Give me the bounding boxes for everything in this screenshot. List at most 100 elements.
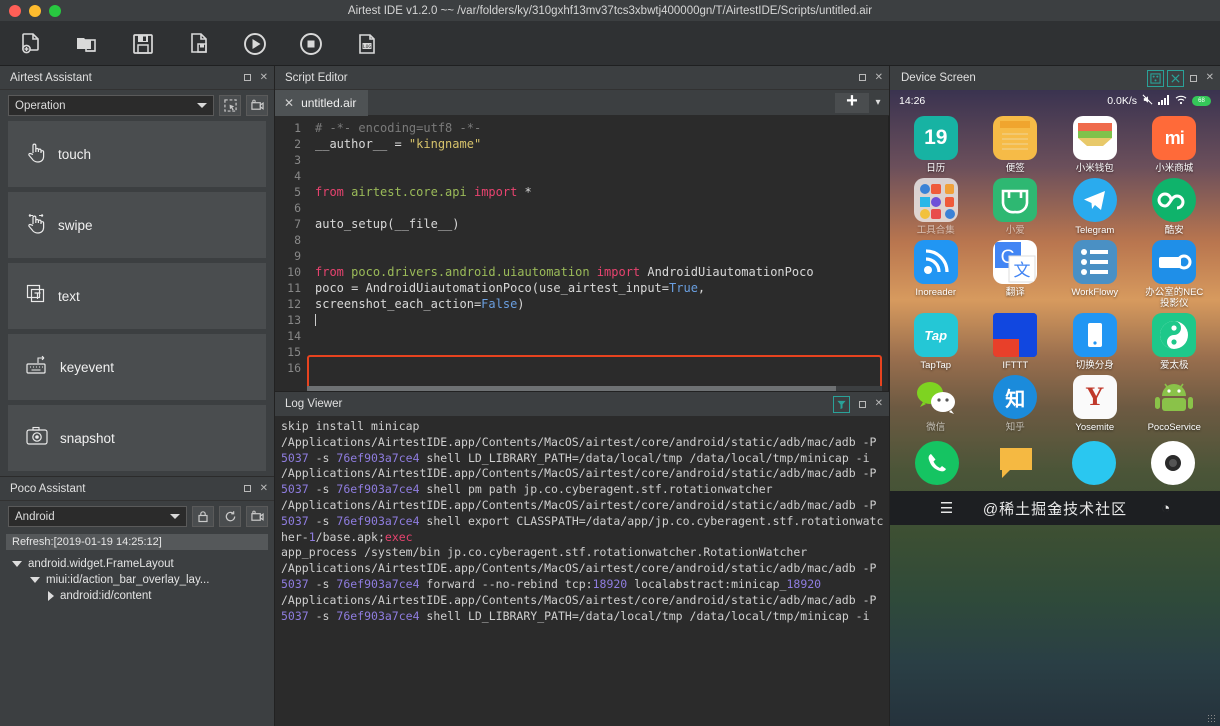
new-file-icon[interactable] xyxy=(16,29,46,59)
calendar-app-icon: 19 xyxy=(913,116,958,160)
device-close-button[interactable]: ✕ xyxy=(1206,73,1214,83)
app-mi-wallet[interactable]: 小米钱包 xyxy=(1062,116,1128,174)
close-window-button[interactable] xyxy=(9,4,21,17)
airtest-assistant-close-button[interactable]: ✕ xyxy=(260,72,268,83)
poco-platform-select[interactable]: Android xyxy=(8,506,187,527)
editor-tab-untitled[interactable]: ✕ untitled.air xyxy=(275,89,369,116)
device-float-button[interactable] xyxy=(1189,74,1197,82)
app-folder[interactable]: 工具合集 xyxy=(903,178,969,236)
chevron-down-icon xyxy=(170,514,180,519)
app-dual-switch[interactable]: 切换分身 xyxy=(1062,313,1128,371)
maximize-window-button[interactable] xyxy=(49,4,61,17)
app-label: 翻译 xyxy=(1005,287,1025,298)
stop-icon[interactable] xyxy=(296,29,326,59)
app-wechat[interactable]: 微信 xyxy=(903,375,969,433)
save-icon[interactable] xyxy=(128,29,158,59)
wechat-app-icon xyxy=(914,375,958,419)
poco-platform-value: Android xyxy=(15,510,55,523)
operation-item-text[interactable]: text xyxy=(8,263,266,329)
play-icon[interactable] xyxy=(240,29,270,59)
device-record-button[interactable] xyxy=(246,95,268,116)
app-taiji[interactable]: 爱太极 xyxy=(1141,313,1207,371)
screenshot-region-button[interactable] xyxy=(219,95,241,116)
chevron-down-icon xyxy=(197,103,207,108)
tree-node-action-bar-overlay[interactable]: miui:id/action_bar_overlay_lay... xyxy=(4,572,270,588)
camera-dock-icon[interactable] xyxy=(1150,441,1195,485)
app-row: Inoreader G文 翻译 WorkFlowy 办公室的NEC投影仪 xyxy=(896,240,1214,309)
tab-list-chevron-icon[interactable]: ▾ xyxy=(871,97,885,108)
minimize-window-button[interactable] xyxy=(29,4,41,17)
app-mi-store[interactable]: mi 小米商城 xyxy=(1141,116,1207,174)
device-screen-mirror[interactable]: 14:26 0.0K/s 68 19 日历 便签 小米钱包 mi 小米商城 工具… xyxy=(890,90,1220,726)
log-viewer-header: Log Viewer ✕ xyxy=(275,392,889,416)
back-icon[interactable]: ◔ xyxy=(1161,500,1170,517)
app-label: 切换分身 xyxy=(1075,360,1114,371)
app-taptap[interactable]: Tap TapTap xyxy=(903,313,969,371)
phone-dock-icon[interactable] xyxy=(915,441,960,485)
save-as-icon[interactable] xyxy=(184,29,214,59)
projector-app-icon xyxy=(1152,240,1197,284)
code-text[interactable]: # -*- encoding=utf8 -*- __author__ = "ki… xyxy=(307,116,888,391)
script-editor-title: Script Editor xyxy=(285,71,348,84)
log-viewer-close-button[interactable]: ✕ xyxy=(875,399,883,409)
poco-ui-tree: android.widget.FrameLayout miui:id/actio… xyxy=(0,550,274,726)
operation-item-snapshot[interactable]: snapshot xyxy=(8,405,266,471)
device-poco-inspect-button[interactable] xyxy=(1146,69,1164,87)
swipe-hand-icon xyxy=(26,212,46,239)
taptap-app-icon: Tap xyxy=(913,313,958,357)
app-telegram[interactable]: Telegram xyxy=(1062,178,1128,236)
resize-grip[interactable] xyxy=(1207,714,1217,724)
open-folder-icon[interactable] xyxy=(72,29,102,59)
app-label: 小米商城 xyxy=(1155,163,1194,174)
editor-horizontal-scrollbar[interactable] xyxy=(307,386,882,391)
app-mi-home[interactable]: 小爱 xyxy=(982,178,1048,236)
tree-node-framelayout[interactable]: android.widget.FrameLayout xyxy=(4,556,270,572)
app-calendar[interactable]: 19 日历 xyxy=(903,116,969,174)
close-icon[interactable]: ✕ xyxy=(284,96,294,110)
log-viewer-float-button[interactable] xyxy=(858,400,866,408)
yosemite-app-icon: Y xyxy=(1072,375,1117,419)
add-tab-button[interactable]: + xyxy=(835,91,869,113)
tree-node-content[interactable]: android:id/content xyxy=(4,588,270,604)
mute-icon xyxy=(1142,94,1153,108)
app-coolapk[interactable]: 酷安 xyxy=(1141,178,1207,236)
menu-icon[interactable]: ☰ xyxy=(940,499,953,517)
app-inoreader[interactable]: Inoreader xyxy=(903,240,969,309)
app-workflowy[interactable]: WorkFlowy xyxy=(1062,240,1128,309)
app-notes[interactable]: 便签 xyxy=(982,116,1048,174)
poco-assistant-float-button[interactable] xyxy=(243,485,251,492)
app-nec-projector[interactable]: 办公室的NEC投影仪 xyxy=(1141,240,1207,309)
operation-item-swipe[interactable]: swipe xyxy=(8,192,266,258)
airtest-assistant-float-button[interactable] xyxy=(243,74,251,81)
operation-mode-select[interactable]: Operation xyxy=(8,95,214,116)
poco-assistant-header: Poco Assistant ✕ xyxy=(0,477,274,501)
script-editor-float-button[interactable] xyxy=(858,74,866,81)
statusbar-network-speed: 0.0K/s xyxy=(1107,95,1137,107)
app-ifttt[interactable]: IFTTT xyxy=(982,313,1048,371)
poco-refresh-button[interactable] xyxy=(219,506,241,527)
title-bar: Airtest IDE v1.2.0 ~~ /var/folders/ky/31… xyxy=(0,0,1220,22)
app-zhihu[interactable]: 知 知乎 xyxy=(982,375,1048,433)
log-file-icon[interactable]: LOG xyxy=(352,29,382,59)
poco-record-button[interactable] xyxy=(246,506,268,527)
poco-assistant-close-button[interactable]: ✕ xyxy=(260,483,268,494)
app-yosemite[interactable]: Y Yosemite xyxy=(1062,375,1128,433)
google-translate-app-icon: G文 xyxy=(993,240,1038,284)
log-output[interactable]: skip install minicap /Applications/Airte… xyxy=(275,416,889,726)
app-google-translate[interactable]: G文 翻译 xyxy=(982,240,1048,309)
app-pocoservice[interactable]: PocoService xyxy=(1141,375,1207,433)
editor-tab-actions: + ▾ xyxy=(835,91,885,113)
device-settings-button[interactable] xyxy=(1166,69,1184,87)
poco-lock-button[interactable] xyxy=(192,506,214,527)
browser-dock-icon[interactable] xyxy=(1072,441,1117,485)
window-controls xyxy=(0,4,61,17)
code-area[interactable]: 1 2 3 4 5 6 7 8 9 10 11 12 13 14 15 16 # -*- encoding=u… xyxy=(275,116,889,391)
home-icon[interactable]: ⌂ xyxy=(1053,500,1062,517)
messages-dock-icon[interactable] xyxy=(994,441,1038,485)
line-number-gutter: 1 2 3 4 5 6 7 8 9 10 11 12 13 14 15 16 xyxy=(275,116,307,391)
script-editor-close-button[interactable]: ✕ xyxy=(875,72,883,83)
operation-item-touch[interactable]: touch xyxy=(8,121,266,187)
filter-icon[interactable] xyxy=(832,395,850,413)
operation-item-keyevent[interactable]: keyevent xyxy=(8,334,266,400)
device-dock xyxy=(890,437,1220,491)
